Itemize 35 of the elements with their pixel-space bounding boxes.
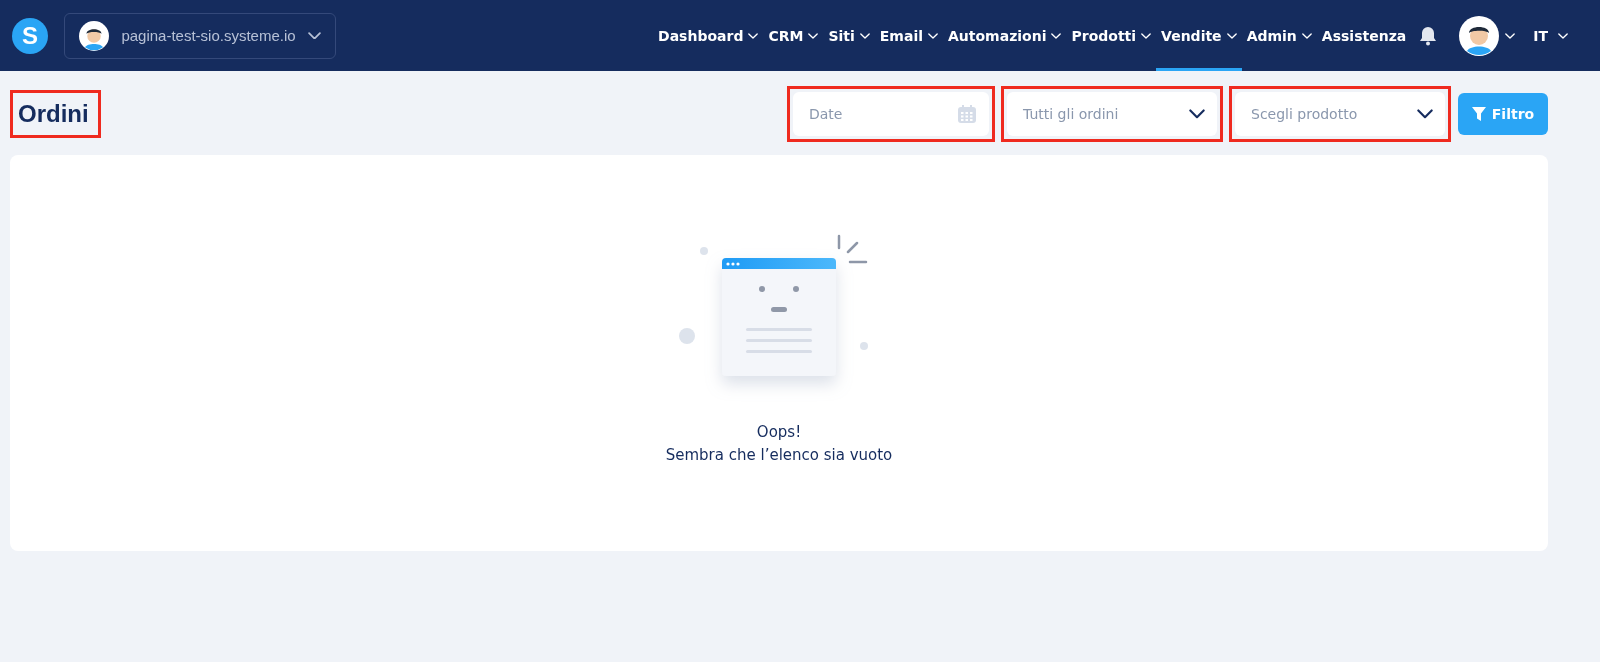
- placeholder-text: Tutti gli ordini: [1023, 106, 1120, 122]
- nav-menu-item[interactable]: Assistenza: [1316, 0, 1412, 71]
- notification-bell-icon[interactable]: [1419, 25, 1438, 46]
- chevron-down-icon: [1417, 109, 1433, 119]
- nav-menu-item[interactable]: CRM: [763, 0, 824, 71]
- site-selector[interactable]: pagina-test-sio.systeme.io: [64, 12, 336, 59]
- chevron-down-icon: [1301, 32, 1312, 39]
- chevron-down-icon: [1141, 32, 1152, 39]
- chevron-down-icon: [928, 32, 938, 39]
- chevron-down-icon: [1505, 32, 1516, 39]
- language-selector[interactable]: IT: [1533, 27, 1568, 44]
- chevron-down-icon: [1189, 109, 1205, 119]
- placeholder-text: Scegli prodotto: [1251, 106, 1359, 122]
- nav-menu-item[interactable]: Email: [874, 0, 943, 71]
- nav-menu-item[interactable]: Prodotti: [1066, 0, 1157, 71]
- empty-message: Sembra che l’elenco sia vuoto: [665, 445, 893, 466]
- chevron-down-icon: [1051, 32, 1062, 39]
- avatar-icon: [79, 20, 109, 51]
- nav-menu-item[interactable]: Dashboard: [653, 0, 764, 71]
- chevron-down-icon: [1226, 32, 1237, 39]
- calendar-icon: [957, 104, 977, 124]
- placeholder-text: Date: [809, 106, 844, 122]
- chevron-down-icon: [308, 31, 321, 40]
- empty-title: Oops!: [755, 422, 803, 443]
- nav-menu-item[interactable]: Admin: [1241, 0, 1317, 71]
- funnel-icon: [1471, 107, 1486, 121]
- nav-menu-item[interactable]: Automazioni: [943, 0, 1067, 71]
- page-title: Ordini: [17, 99, 90, 129]
- nav-menu-item[interactable]: Vendite: [1156, 0, 1242, 71]
- avatar-icon: [1459, 15, 1500, 56]
- nav-menu-item[interactable]: Siti: [823, 0, 875, 71]
- chevron-down-icon: [1558, 32, 1568, 39]
- chevron-down-icon: [808, 32, 819, 39]
- chevron-down-icon: [859, 32, 870, 39]
- chevron-down-icon: [748, 32, 759, 39]
